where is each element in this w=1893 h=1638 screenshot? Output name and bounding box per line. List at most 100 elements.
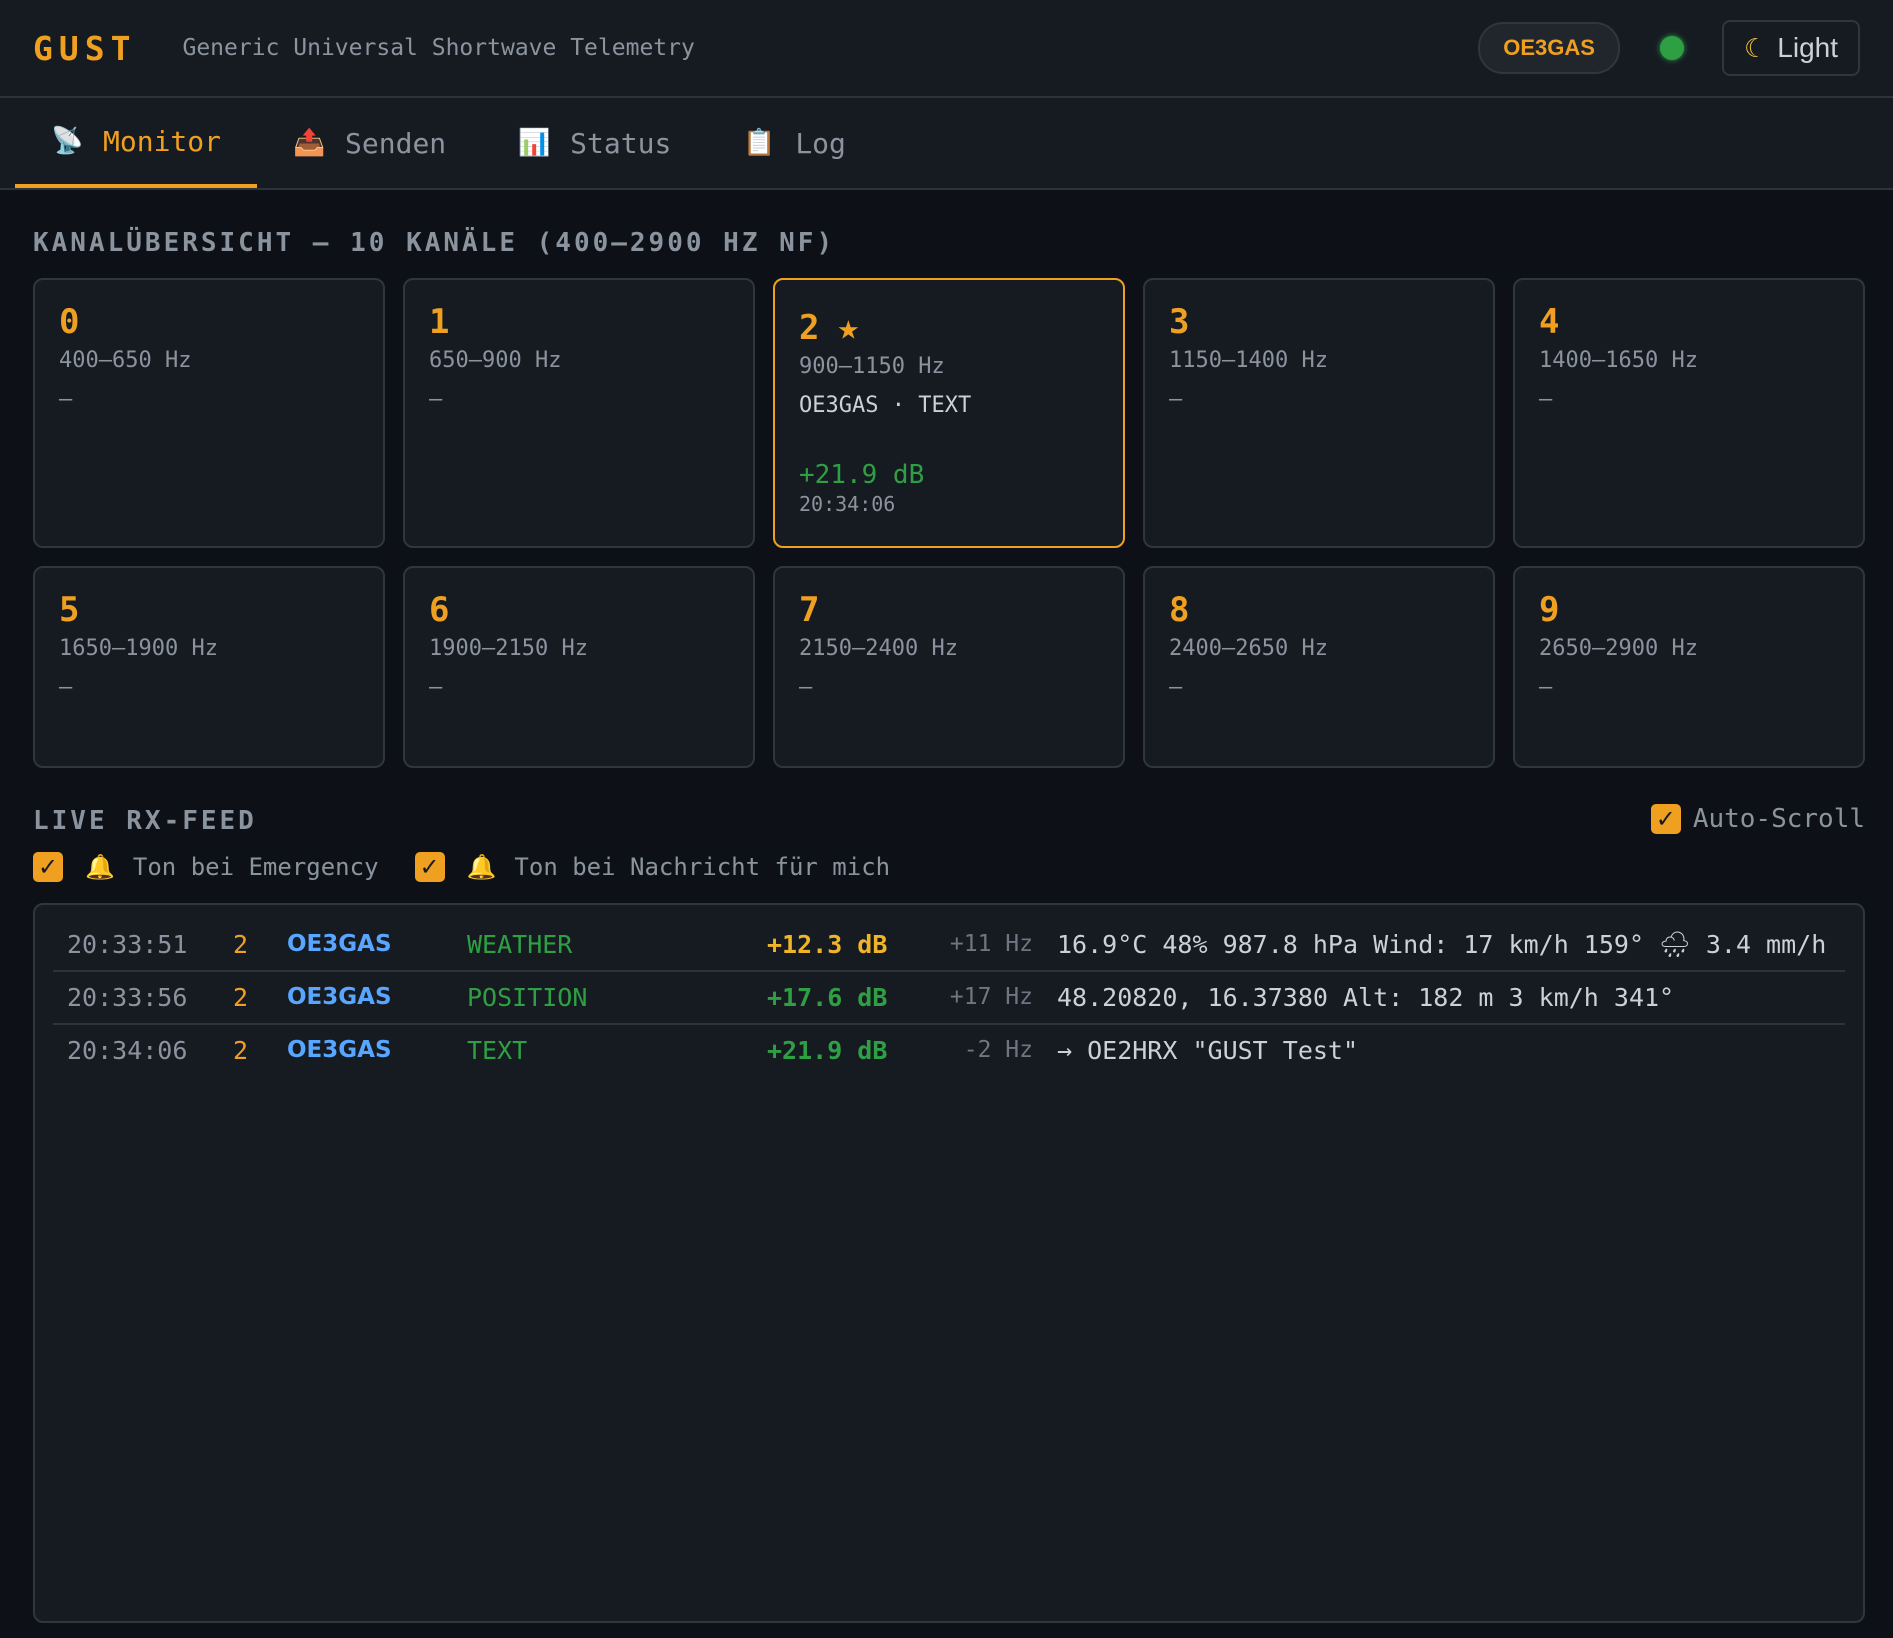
channel-range: 2400–2650 Hz [1169, 636, 1328, 661]
channel-number-row: 2 ★ [799, 307, 1099, 349]
bell-icon: 🔔 [466, 853, 497, 881]
tab-label: Log [795, 126, 846, 160]
feed-message: 48.20820, 16.37380 Alt: 182 m 3 km/h 341… [1057, 983, 1675, 1012]
channel-card-7[interactable]: 7 2150–2400 Hz — [773, 566, 1125, 768]
channel-info: — [429, 675, 443, 700]
feed-callsign: OE3GAS [287, 984, 392, 1010]
channel-card-6[interactable]: 6 1900–2150 Hz — [403, 566, 755, 768]
channel-card-8[interactable]: 8 2400–2650 Hz — [1143, 566, 1495, 768]
feed-time: 20:34:06 [67, 1036, 188, 1065]
message-sound-label: Ton bei Nachricht für mich [514, 853, 891, 881]
channel-number: 5 [59, 590, 80, 630]
bell-icon: 🔔 [85, 853, 115, 881]
app-subtitle: Generic Universal Shortwave Telemetry [182, 35, 695, 61]
feed-type: TEXT [467, 1036, 528, 1065]
satellite-dish-icon: 📡 [51, 126, 84, 156]
tab-label: Monitor [103, 124, 222, 158]
bar-chart-icon: 📊 [518, 128, 551, 158]
channel-card-2[interactable]: 2 ★ 900–1150 Hz OE3GAS · TEXT +21.9 dB 20… [773, 278, 1125, 548]
callsign-badge[interactable]: OE3GAS [1478, 22, 1620, 74]
channel-range: 2650–2900 Hz [1539, 636, 1698, 661]
sound-options: ✓ 🔔 Ton bei Emergency ✓ 🔔 Ton bei Nachri… [33, 852, 926, 882]
channel-number: 3 [1169, 302, 1190, 342]
tab-status[interactable]: 📊 Status [482, 98, 707, 188]
feed-type: WEATHER [467, 930, 573, 959]
channel-range: 2150–2400 Hz [799, 636, 958, 661]
channel-info: — [429, 387, 443, 412]
live-feed-title: LIVE RX-FEED [33, 806, 257, 836]
channel-range: 1150–1400 Hz [1169, 348, 1328, 373]
app-header: GUST Generic Universal Shortwave Telemet… [0, 0, 1893, 98]
feed-time: 20:33:56 [67, 983, 188, 1012]
channel-info: — [799, 675, 813, 700]
tab-label: Status [570, 126, 672, 160]
channel-card-9[interactable]: 9 2650–2900 Hz — [1513, 566, 1865, 768]
channel-number: 8 [1169, 590, 1190, 630]
rx-feed-list[interactable]: 20:33:51 2 OE3GAS WEATHER +12.3 dB +11 H… [33, 903, 1865, 1623]
channel-card-4[interactable]: 4 1400–1650 Hz — [1513, 278, 1865, 548]
feed-row[interactable]: 20:34:06 2 OE3GAS TEXT +21.9 dB -2 Hz → … [53, 1025, 1845, 1076]
channel-range: 1400–1650 Hz [1539, 348, 1698, 373]
tab-monitor[interactable]: 📡 Monitor [15, 98, 258, 188]
autoscroll-toggle[interactable]: ✓ Auto-Scroll [1650, 804, 1865, 834]
feed-callsign: OE3GAS [287, 931, 392, 957]
theme-toggle-label: Light [1777, 32, 1838, 63]
connection-status-dot [1659, 36, 1684, 60]
channel-info: — [59, 675, 73, 700]
message-sound-option[interactable]: ✓ 🔔 Ton bei Nachricht für mich [414, 852, 891, 882]
feed-offset: +17 Hz [949, 984, 1033, 1010]
channel-last-time: 20:34:06 [799, 492, 896, 516]
channel-info: — [1169, 675, 1183, 700]
app-logo: GUST [33, 28, 137, 68]
feed-channel: 2 [233, 930, 249, 959]
feed-snr: +17.6 dB [767, 983, 888, 1012]
channel-number: 9 [1539, 590, 1560, 630]
channel-info: — [1169, 387, 1183, 412]
channel-number: 4 [1539, 302, 1560, 342]
feed-message: → OE2HRX "GUST Test" [1057, 1036, 1359, 1065]
header-right: OE3GAS ☾ Light [1478, 20, 1860, 76]
feed-time: 20:33:51 [67, 930, 188, 959]
channel-number: 7 [799, 590, 820, 630]
channel-range: 900–1150 Hz [799, 354, 945, 379]
channel-card-5[interactable]: 5 1650–1900 Hz — [33, 566, 385, 768]
channel-number: 0 [59, 302, 80, 342]
tab-label: Senden [345, 126, 447, 160]
clipboard-icon: 📋 [743, 128, 776, 158]
emergency-sound-checkbox[interactable]: ✓ [33, 852, 63, 882]
channel-card-1[interactable]: 1 650–900 Hz — [403, 278, 755, 548]
star-icon: ★ [837, 307, 860, 348]
channel-card-3[interactable]: 3 1150–1400 Hz — [1143, 278, 1495, 548]
feed-type: POSITION [467, 983, 588, 1012]
autoscroll-checkbox[interactable]: ✓ [1650, 804, 1681, 834]
channel-info: OE3GAS · TEXT [799, 393, 972, 418]
tab-log[interactable]: 📋 Log [707, 98, 882, 188]
feed-offset: -2 Hz [963, 1037, 1033, 1063]
channel-card-0[interactable]: 0 400–650 Hz — [33, 278, 385, 548]
feed-row[interactable]: 20:33:56 2 OE3GAS POSITION +17.6 dB +17 … [53, 972, 1845, 1025]
channel-range: 650–900 Hz [429, 348, 562, 373]
feed-snr: +21.9 dB [767, 1036, 888, 1065]
channel-overview-title: KANALÜBERSICHT — 10 KANÄLE (400–2900 HZ … [33, 228, 836, 258]
feed-channel: 2 [233, 983, 249, 1012]
tab-senden[interactable]: 📤 Senden [257, 98, 482, 188]
channel-snr: +21.9 dB [799, 460, 925, 490]
channel-number: 6 [429, 590, 450, 630]
emergency-sound-label: Ton bei Emergency [132, 853, 379, 881]
channel-number: 1 [429, 302, 450, 342]
outbox-tray-icon: 📤 [293, 128, 326, 158]
feed-callsign: OE3GAS [287, 1037, 392, 1063]
message-sound-checkbox[interactable]: ✓ [414, 852, 445, 882]
feed-offset: +11 Hz [949, 931, 1033, 957]
channel-range: 1650–1900 Hz [59, 636, 218, 661]
moon-icon: ☾ [1743, 32, 1768, 63]
feed-snr: +12.3 dB [767, 930, 888, 959]
feed-row[interactable]: 20:33:51 2 OE3GAS WEATHER +12.3 dB +11 H… [53, 919, 1845, 972]
theme-toggle-button[interactable]: ☾ Light [1721, 20, 1860, 76]
emergency-sound-option[interactable]: ✓ 🔔 Ton bei Emergency [33, 852, 379, 882]
tab-bar: 📡 Monitor 📤 Senden 📊 Status 📋 Log [0, 98, 1893, 190]
feed-message: 16.9°C 48% 987.8 hPa Wind: 17 km/h 159° … [1057, 930, 1827, 959]
channel-number: 2 [799, 308, 820, 348]
feed-channel: 2 [233, 1036, 249, 1065]
autoscroll-label: Auto-Scroll [1692, 804, 1865, 834]
